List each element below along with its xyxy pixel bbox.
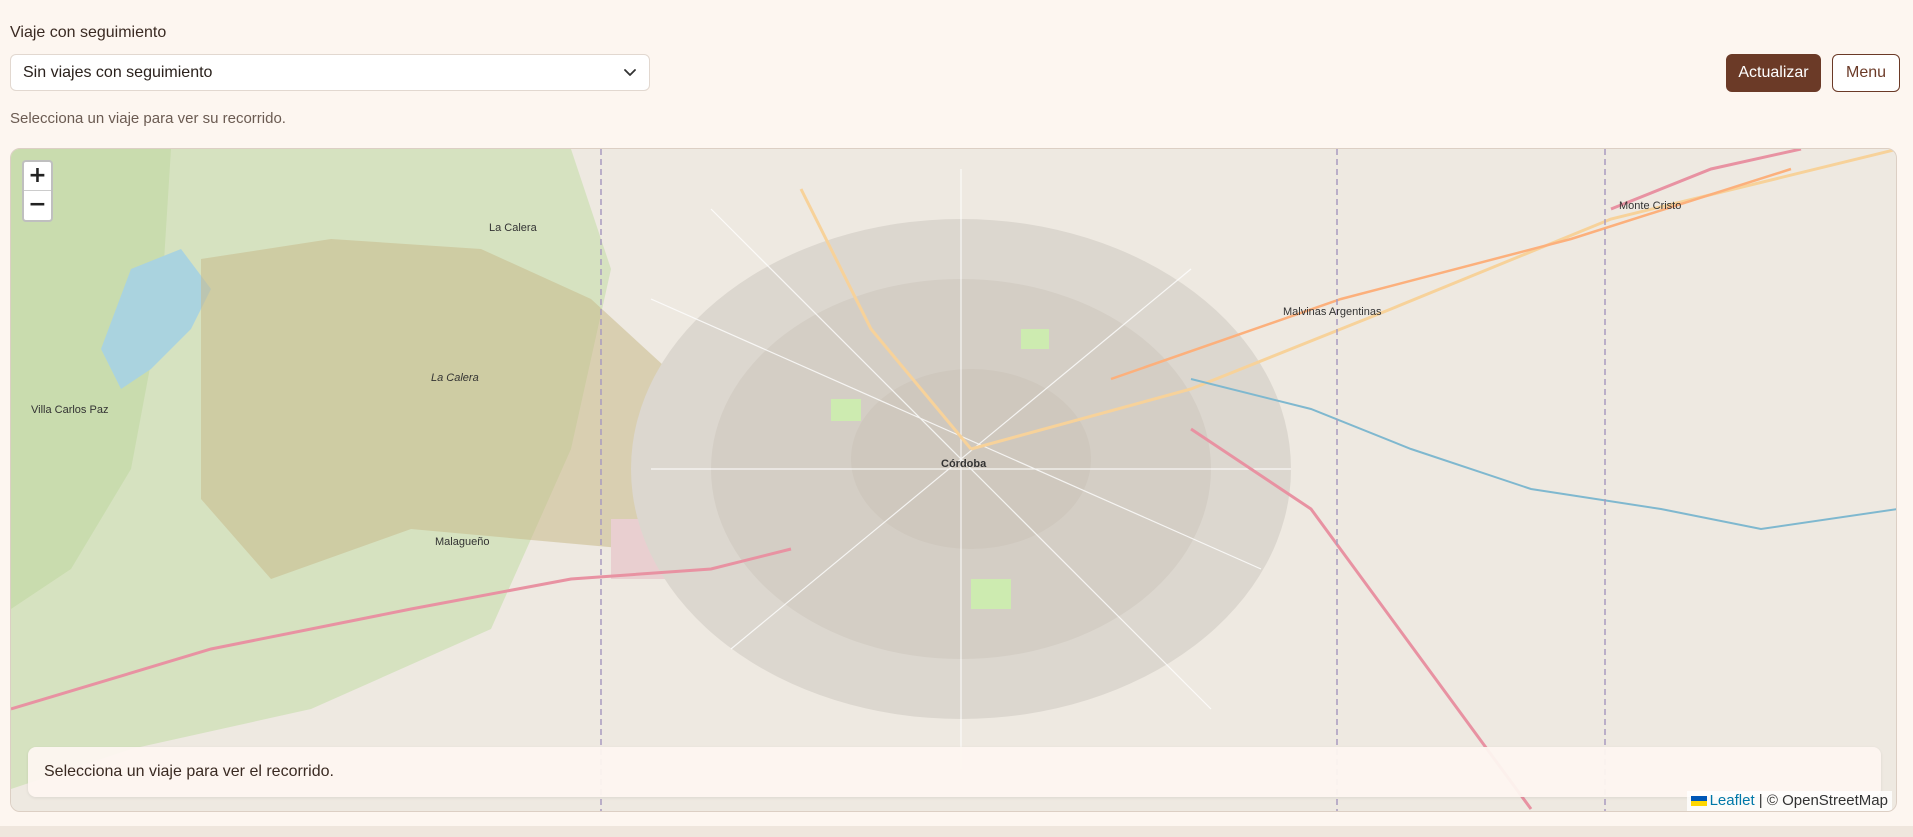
menu-button[interactable]: Menu — [1832, 54, 1900, 92]
map-tiles[interactable]: Córdoba La Calera La Calera Malvinas Arg… — [11, 149, 1897, 812]
map-label-la-calera: La Calera — [489, 222, 538, 234]
osm-attribution: | © OpenStreetMap — [1754, 792, 1888, 809]
chevron-down-icon — [624, 69, 636, 76]
footer-strip — [0, 826, 1913, 837]
trip-select-label: Viaje con seguimiento — [10, 24, 167, 41]
map-status: Selecciona un viaje para ver el recorrid… — [28, 747, 1881, 797]
leaflet-link[interactable]: Leaflet — [1710, 792, 1755, 809]
map-container[interactable]: Córdoba La Calera La Calera Malvinas Arg… — [10, 148, 1897, 812]
trip-hint: Selecciona un viaje para ver su recorrid… — [10, 110, 286, 127]
map-label-cordoba: Córdoba — [941, 458, 987, 470]
map-label-villa-carlos-paz: Villa Carlos Paz — [31, 404, 108, 416]
map-label-malvinas: Malvinas Argentinas — [1283, 306, 1382, 318]
map-label-monte-cristo: Monte Cristo — [1619, 200, 1681, 212]
trip-controls: Viaje con seguimiento Sin viajes con seg… — [10, 0, 1903, 140]
map-attribution: Leaflet | © OpenStreetMap — [1686, 791, 1892, 811]
trip-select[interactable]: Sin viajes con seguimiento — [10, 54, 650, 91]
zoom-out-button[interactable]: − — [24, 191, 51, 220]
map-label-malagueno: Malagueño — [435, 536, 489, 548]
refresh-button[interactable]: Actualizar — [1726, 54, 1821, 92]
trip-select-value: Sin viajes con seguimiento — [23, 64, 213, 81]
map-label-la-calera-area: La Calera — [431, 372, 479, 384]
zoom-in-button[interactable]: + — [24, 162, 51, 191]
zoom-control: + − — [22, 160, 53, 222]
ukraine-flag-icon — [1690, 796, 1707, 807]
